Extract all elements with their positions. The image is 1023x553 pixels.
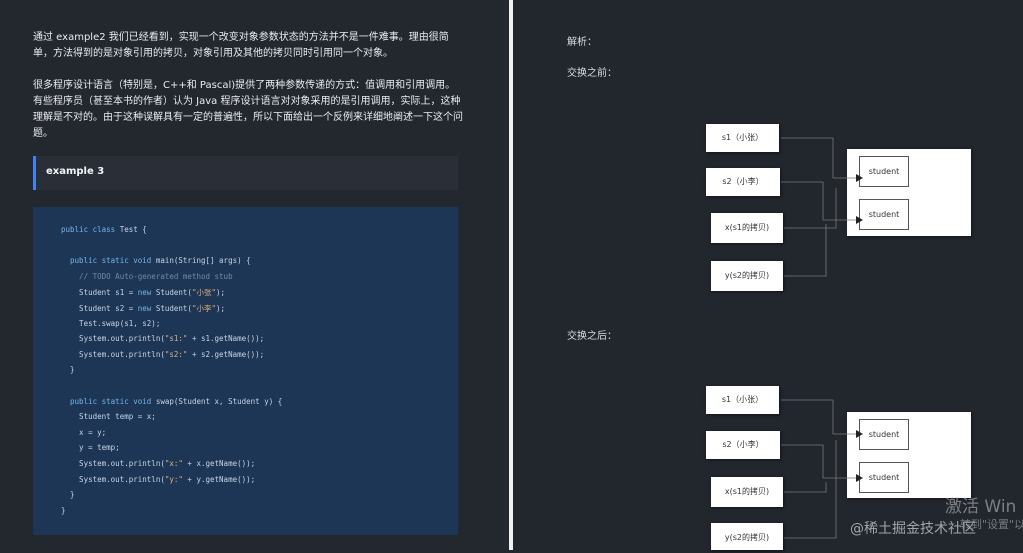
code-line: System.out.println("s2:" + s2.getName())… bbox=[61, 349, 265, 359]
code-line: x = y; bbox=[61, 427, 107, 437]
var-box-y: y(s2的拷贝) bbox=[711, 261, 783, 291]
code-line: } bbox=[61, 490, 75, 500]
code-line: public static void swap(Student x, Stude… bbox=[70, 396, 283, 406]
code-line: // TODO Auto-generated method stub bbox=[61, 271, 233, 281]
var-box-x: x(s1的拷贝) bbox=[711, 477, 783, 507]
code-line: System.out.println("s1:" + s1.getName())… bbox=[61, 334, 265, 344]
reference-arrows-before bbox=[781, 137, 863, 277]
analysis-label: 解析： bbox=[567, 37, 597, 48]
paragraph-1: 通过 example2 我们已经看到，实现一个改变对象参数状态的方法并不是一件难… bbox=[33, 32, 449, 59]
code-line: } bbox=[61, 505, 66, 515]
var-box-s1: s1（小张） bbox=[706, 124, 779, 152]
example-callout: example 3 bbox=[33, 156, 458, 190]
code-line: y = temp; bbox=[61, 443, 120, 453]
var-box-s2: s2（小李） bbox=[706, 168, 780, 196]
code-line: public class Test { bbox=[61, 225, 147, 234]
code-line: Student s1 = new Student("小张"); bbox=[61, 288, 226, 298]
var-box-y: y(s2的拷贝) bbox=[711, 523, 783, 550]
code-line: Student s2 = new Student("小李"); bbox=[61, 304, 226, 313]
code-line: System.out.println("x:" + x.getName()); bbox=[61, 459, 256, 468]
code-line: public static void main(String[] args) { bbox=[70, 256, 251, 266]
var-box-s2: s2（小李） bbox=[706, 431, 780, 459]
var-box-x: x(s1的拷贝) bbox=[711, 213, 783, 243]
callout-title: example 3 bbox=[46, 166, 105, 177]
code-block: public class Test { public static void m… bbox=[33, 207, 458, 535]
code-line: System.out.println("y:" + y.getName()); bbox=[61, 474, 256, 484]
after-swap-label: 交换之后： bbox=[567, 331, 617, 342]
site-watermark: @稀土掘金技术社区 bbox=[850, 521, 976, 537]
before-swap-label: 交换之前： bbox=[567, 68, 617, 79]
activate-windows-title: 激活 Win bbox=[945, 497, 1017, 517]
var-box-s1: s1（小张） bbox=[706, 386, 779, 414]
paragraph-2: 很多程序设计语言（特别是，C++和 Pascal)提供了两种参数传递的方式：值调… bbox=[33, 80, 463, 139]
code-line: Test.swap(s1, s2); bbox=[61, 318, 161, 328]
article-left-pane: 通过 example2 我们已经看到，实现一个改变对象参数状态的方法并不是一件难… bbox=[0, 0, 509, 550]
code-line: Student temp = x; bbox=[61, 412, 156, 422]
code-line: } bbox=[61, 365, 75, 375]
article-right-pane: 解析： 交换之前： 交换之后： s1（小张） s2（小李） x(s1的拷贝) y… bbox=[513, 0, 1023, 550]
